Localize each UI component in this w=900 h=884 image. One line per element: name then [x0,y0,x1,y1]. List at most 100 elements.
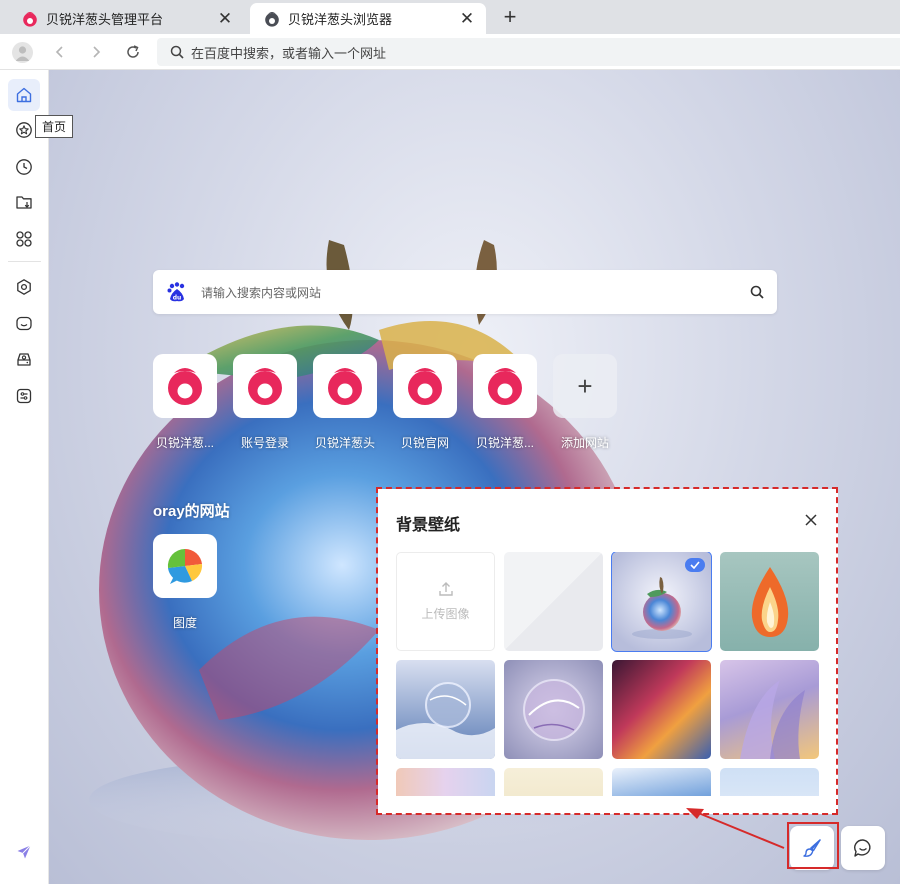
wallpaper-preview [751,567,789,637]
site-tile[interactable] [393,354,457,418]
site-tile[interactable] [233,354,297,418]
wallpaper-thumb-flame[interactable] [720,552,819,651]
wallpaper-thumb-onion[interactable] [611,552,712,652]
site-tile[interactable] [153,534,217,598]
selected-check-icon [685,558,705,572]
clock-icon [16,159,32,175]
sidebar-item-toolbox[interactable] [8,380,40,412]
wallpaper-thumb-blue-wave[interactable] [612,768,711,796]
toolbox-icon [16,388,32,404]
site-label: 贝锐官网 [400,436,449,450]
baidu-logo-icon: du [167,282,185,302]
site-tile[interactable] [313,354,377,418]
wallpaper-thumb-pastel[interactable] [396,768,495,796]
sidebar-item-history[interactable] [8,151,40,183]
upload-image-button[interactable]: 上传图像 [396,552,495,651]
forward-icon[interactable] [86,42,106,62]
address-bar[interactable]: 在百度中搜索，或者输入一个网址 [157,38,900,66]
site-label: 添加网站 [560,436,609,450]
drive-icon [17,353,31,366]
svg-text:du: du [173,295,182,302]
tab-title: 贝锐洋葱头浏览器 [288,12,393,27]
site-label: 贝锐洋葱头 [314,436,375,450]
gear-icon [17,279,31,295]
add-site-button[interactable]: + [553,354,617,418]
search-box[interactable]: du 请输入搜索内容或网站 [153,270,777,314]
sidebar-tooltip: 首页 [35,115,74,138]
wallpaper-thumb-purple-waves[interactable] [720,660,819,759]
sidebar-item-settings[interactable] [8,271,40,303]
wallpaper-thumb-light-streaks[interactable] [612,660,711,759]
oray-section-title: oray的网站 [153,503,230,520]
send-icon [17,845,31,859]
chat-icon [16,316,32,331]
star-icon [16,122,32,138]
oray-logo-icon [168,368,202,405]
oray-logo-icon [488,368,522,405]
profile-avatar-icon[interactable] [12,42,33,63]
site-label: 图度 [172,616,197,630]
wallpaper-panel: 背景壁纸 上传图像 [378,489,838,814]
sidebar-item-home[interactable] [8,79,40,111]
chat-bubble-icon [854,839,871,857]
paintbrush-icon [803,839,821,857]
panel-title: 背景壁纸 [396,517,461,534]
quick-site-item[interactable]: 账号登录 [233,354,297,451]
quick-site-item[interactable]: 贝锐官网 [393,354,457,451]
tab-bar: 贝锐洋葱头管理平台 ✕ 贝锐洋葱头浏览器 ✕ + [0,0,900,34]
upload-icon [438,582,453,596]
back-icon[interactable] [50,42,70,62]
site-label: 账号登录 [240,436,289,450]
new-tab-button[interactable]: + [498,4,522,29]
quick-site-item[interactable]: 贝锐洋葱... [153,354,217,451]
quick-site-item[interactable]: 贝锐洋葱... [473,354,537,451]
browser-logo-icon [265,11,279,27]
tab-management-platform[interactable]: 贝锐洋葱头管理平台 ✕ [8,3,244,34]
chat-button[interactable] [841,826,885,870]
wallpaper-preview [523,679,585,741]
navigation-bar: 在百度中搜索，或者输入一个网址 [0,34,900,70]
oray-site-item[interactable]: 图度 [153,534,217,631]
wallpaper-preview [396,682,495,759]
wallpaper-thumb-light-blue[interactable] [720,768,819,796]
tab-title: 贝锐洋葱头管理平台 [46,12,164,27]
apps-icon [16,231,32,247]
sidebar-item-apps[interactable] [8,223,40,255]
search-icon[interactable] [749,284,765,300]
wallpaper-grid: 上传图像 [396,552,820,796]
add-site-item[interactable]: + 添加网站 [553,354,617,451]
search-icon [170,45,184,59]
tab-browser[interactable]: 贝锐洋葱头浏览器 ✕ [250,3,486,34]
tab-close-icon[interactable]: ✕ [458,9,476,28]
oray-logo-icon [248,368,282,405]
site-tile[interactable] [153,354,217,418]
wallpaper-thumb-plain[interactable] [504,552,603,651]
quick-site-item[interactable]: 贝锐洋葱头 [313,354,377,451]
close-icon[interactable] [802,511,820,529]
search-placeholder: 请输入搜索内容或网站 [201,285,322,300]
home-icon [16,87,32,103]
oray-logo-icon [23,11,37,27]
address-placeholder: 在百度中搜索，或者输入一个网址 [191,45,387,61]
annotation-arrow-icon [686,808,785,849]
sidebar-item-chat[interactable] [8,308,40,340]
upload-label: 上传图像 [421,607,470,621]
folder-download-icon [16,196,32,209]
sidebar-item-downloads[interactable] [8,186,40,218]
tab-close-icon[interactable]: ✕ [216,9,234,28]
oray-logo-icon [328,368,362,405]
wallpaper-thumb-paper[interactable] [504,768,603,796]
site-tile[interactable] [473,354,537,418]
wallpaper-thumb-glass-sphere[interactable] [396,660,495,759]
left-sidebar [0,70,49,884]
oray-logo-icon [408,368,442,405]
site-label: 贝锐洋葱... [475,436,534,450]
sidebar-item-send[interactable] [8,836,40,868]
sidebar-item-cloud-drive[interactable] [8,343,40,375]
tudu-logo-icon [167,548,203,584]
reload-icon[interactable] [123,42,143,62]
wallpaper-thumb-crystal-sphere[interactable] [504,660,603,759]
plus-icon: + [577,370,593,401]
theme-wallpaper-button[interactable] [790,826,834,870]
sidebar-divider [8,261,41,262]
